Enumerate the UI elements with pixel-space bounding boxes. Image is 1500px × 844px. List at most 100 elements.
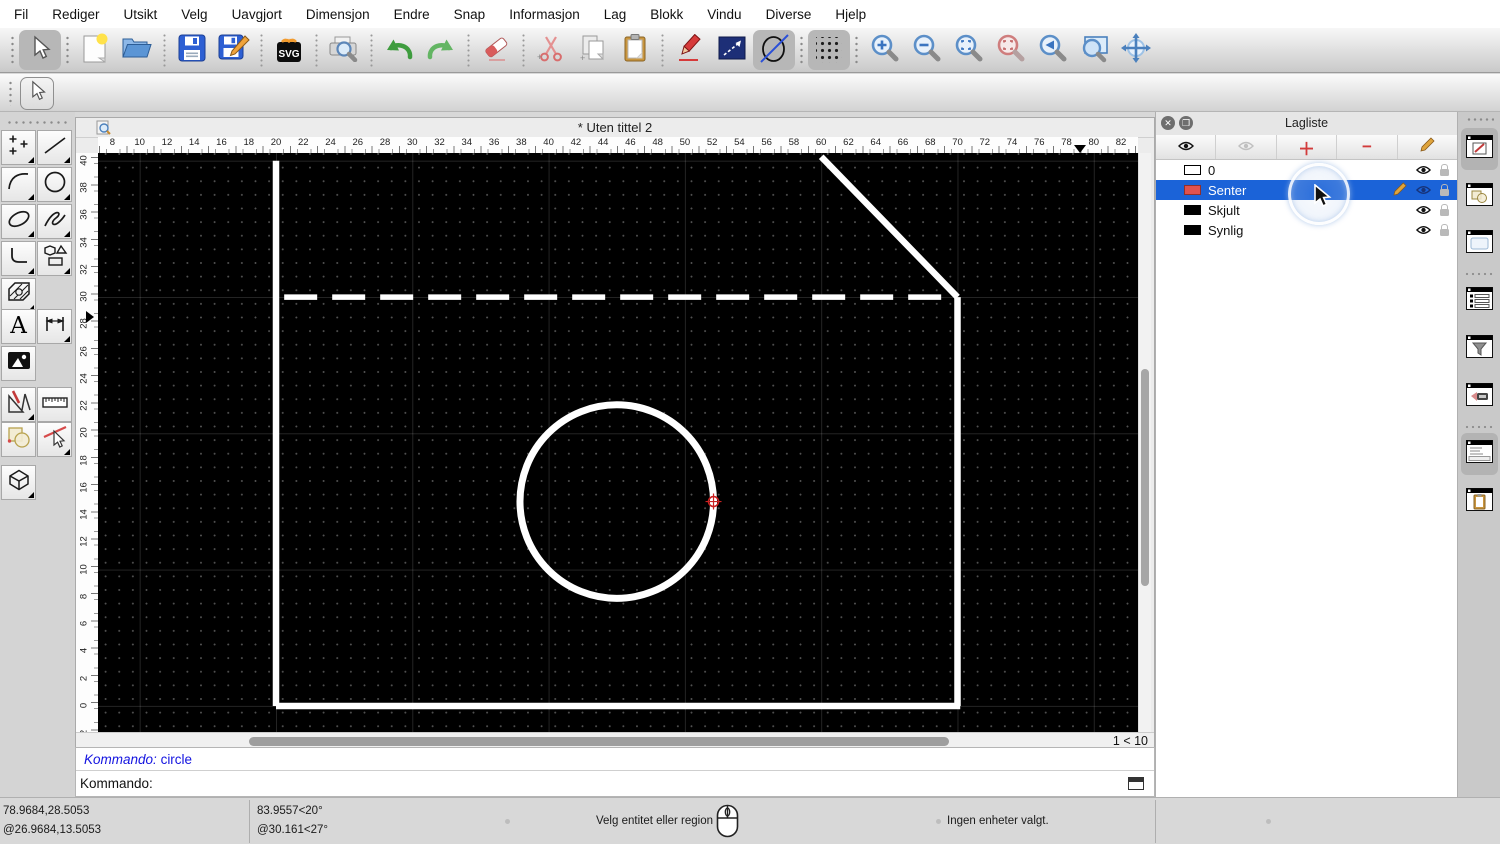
text-tool-button[interactable]: A xyxy=(1,309,36,344)
zoom-auto-button[interactable] xyxy=(947,30,989,70)
dimension-tool-button[interactable] xyxy=(37,309,72,344)
vertical-scrollbar[interactable] xyxy=(1138,153,1151,732)
menu-utsikt[interactable]: Utsikt xyxy=(124,7,158,22)
spline-tool-button[interactable] xyxy=(37,204,72,239)
selection-box-button[interactable] xyxy=(711,30,753,70)
toolbar-handle[interactable] xyxy=(65,34,70,66)
layer-edit-icon[interactable] xyxy=(1393,181,1407,199)
save-as-button[interactable] xyxy=(213,30,255,70)
zoom-previous-button[interactable] xyxy=(989,30,1031,70)
cut-button[interactable]: + xyxy=(530,30,572,70)
hatch-tool-button[interactable] xyxy=(1,278,36,313)
layer-visibility-icon[interactable] xyxy=(1415,163,1432,178)
entity-line[interactable] xyxy=(818,154,960,300)
select-mode-button[interactable] xyxy=(20,77,54,110)
drawing-window-titlebar[interactable]: * Uten tittel 2 xyxy=(76,118,1154,138)
arc-tool-button[interactable] xyxy=(1,167,36,202)
menu-fil[interactable]: Fil xyxy=(14,7,28,22)
drawing-canvas[interactable] xyxy=(98,153,1138,732)
menu-endre[interactable]: Endre xyxy=(394,7,430,22)
toolbar-handle[interactable] xyxy=(799,34,804,66)
dock-clipboard-panel-button[interactable] xyxy=(1461,481,1498,523)
menu-rediger[interactable]: Rediger xyxy=(52,7,99,22)
toolbar-handle[interactable] xyxy=(8,80,13,106)
layer-visibility-icon[interactable] xyxy=(1415,183,1432,198)
box3d-tool-button[interactable] xyxy=(1,465,36,500)
circle-line-tool-button[interactable] xyxy=(753,30,795,70)
entity-circle[interactable] xyxy=(516,401,718,602)
undo-button[interactable] xyxy=(378,30,420,70)
layer-lock-icon[interactable] xyxy=(1440,163,1449,176)
vertical-scrollbar-thumb[interactable] xyxy=(1141,369,1149,586)
select-button[interactable] xyxy=(19,30,61,70)
add-layer-button[interactable]: ＋ xyxy=(1277,135,1338,159)
svg-export-icon: SVG xyxy=(274,36,304,64)
menu-hjelp[interactable]: Hjelp xyxy=(835,7,866,22)
zoom-out-button[interactable] xyxy=(905,30,947,70)
menu-dimensjon[interactable]: Dimensjon xyxy=(306,7,370,22)
dock-library-panel-button[interactable] xyxy=(1461,223,1498,265)
zoom-window-button[interactable] xyxy=(1073,30,1115,70)
redo-button[interactable] xyxy=(420,30,462,70)
copy-button[interactable]: + xyxy=(572,30,614,70)
menu-lag[interactable]: Lag xyxy=(604,7,627,22)
show-all-layers-button[interactable] xyxy=(1156,135,1217,159)
polygon-tool-button[interactable] xyxy=(37,241,72,276)
remove-layer-button[interactable]: − xyxy=(1337,135,1398,159)
draft-tool-button[interactable] xyxy=(1,387,36,422)
menu-uavgjort[interactable]: Uavgjort xyxy=(232,7,282,22)
layer-lock-icon[interactable] xyxy=(1440,183,1449,196)
horizontal-scrollbar-thumb[interactable] xyxy=(249,737,949,746)
toolbar-handle[interactable] xyxy=(854,34,859,66)
dock-command-panel-button[interactable] xyxy=(1461,433,1498,475)
eraser-button[interactable] xyxy=(475,30,517,70)
coordinate-relative: @26.9684,13.5053 xyxy=(3,824,102,836)
dock-layer-list-button[interactable] xyxy=(1461,280,1498,322)
panel-close-button[interactable]: ✕ xyxy=(1161,116,1175,130)
polyline-tool-button[interactable] xyxy=(1,241,36,276)
menu-diverse[interactable]: Diverse xyxy=(766,7,812,22)
layer-lock-icon[interactable] xyxy=(1440,223,1449,236)
dock-filter-panel-button[interactable] xyxy=(1461,328,1498,370)
dock-block-panel-button[interactable] xyxy=(1461,176,1498,218)
line-tool-button[interactable] xyxy=(37,130,72,165)
modify-tool-button[interactable] xyxy=(1,422,36,457)
menu-snap[interactable]: Snap xyxy=(454,7,486,22)
paste-button[interactable] xyxy=(614,30,656,70)
select-entity-tool-button[interactable] xyxy=(37,422,72,457)
edit-layer-button[interactable] xyxy=(1398,135,1457,159)
menu-velg[interactable]: Velg xyxy=(181,7,207,22)
circle-tool-button[interactable] xyxy=(37,167,72,202)
dock-handle[interactable] xyxy=(1466,117,1494,122)
hide-all-layers-button[interactable] xyxy=(1216,135,1277,159)
layer-visibility-icon[interactable] xyxy=(1415,223,1432,238)
menu-blokk[interactable]: Blokk xyxy=(650,7,683,22)
menu-informasjon[interactable]: Informasjon xyxy=(509,7,580,22)
eraser-icon xyxy=(481,34,511,67)
zoom-in-button[interactable] xyxy=(863,30,905,70)
zoom-pan-button[interactable] xyxy=(1115,30,1157,70)
panel-float-button[interactable]: ❐ xyxy=(1179,116,1193,130)
ellipse-tool-button[interactable] xyxy=(1,204,36,239)
open-button[interactable] xyxy=(116,30,158,70)
zoom-back-button[interactable] xyxy=(1031,30,1073,70)
draw-attributes-button[interactable] xyxy=(669,30,711,70)
grid-toggle-button[interactable] xyxy=(808,30,850,70)
measure-tool-button[interactable] xyxy=(37,387,72,422)
dock-pen-panel-button[interactable] xyxy=(1461,128,1498,170)
command-input-line[interactable]: Kommando: xyxy=(76,771,1154,797)
layer-visibility-icon[interactable] xyxy=(1415,203,1432,218)
menu-vindu[interactable]: Vindu xyxy=(707,7,741,22)
toolbar-handle[interactable] xyxy=(10,34,15,66)
svg-export-button[interactable]: SVG xyxy=(268,30,310,70)
new-document-button[interactable] xyxy=(74,30,116,70)
layer-row-synlig[interactable]: Synlig xyxy=(1156,220,1457,240)
print-preview-button[interactable] xyxy=(323,30,365,70)
point-tool-button[interactable] xyxy=(1,130,36,165)
layer-lock-icon[interactable] xyxy=(1440,203,1449,216)
image-tool-button[interactable] xyxy=(1,346,36,381)
dock-view-panel-button[interactable] xyxy=(1461,376,1498,418)
save-button[interactable] xyxy=(171,30,213,70)
console-detach-icon[interactable] xyxy=(1128,777,1144,790)
palette-handle[interactable] xyxy=(6,120,70,125)
